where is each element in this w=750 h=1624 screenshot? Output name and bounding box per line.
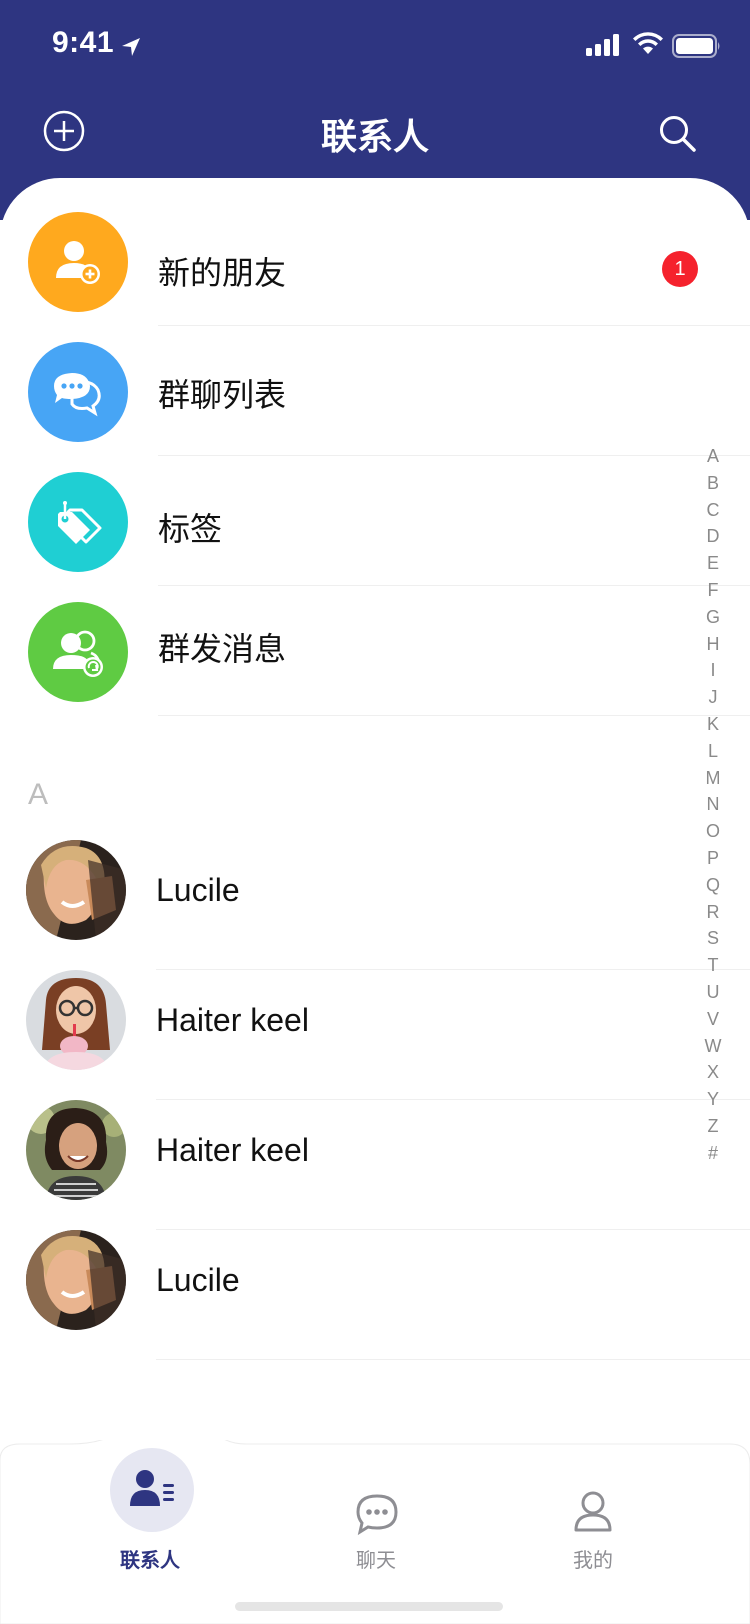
- status-bar: 9:41: [0, 0, 750, 88]
- tab-label: 聊天: [356, 1548, 396, 1572]
- group-broadcast-icon: [28, 602, 128, 702]
- contact-row[interactable]: Haiter keel: [0, 970, 750, 1100]
- contact-name: Haiter keel: [156, 1002, 309, 1038]
- index-letter[interactable]: K: [700, 711, 726, 738]
- divider: [156, 1359, 750, 1360]
- index-letter[interactable]: H: [700, 631, 726, 658]
- avatar: [26, 840, 126, 940]
- chat-bubbles-icon: [28, 342, 128, 442]
- alphabet-index[interactable]: A B C D E F G H I J K L M N O P Q R S T U V W X Y Z #: [700, 443, 726, 1167]
- index-letter[interactable]: X: [700, 1059, 726, 1086]
- index-letter[interactable]: C: [700, 497, 726, 524]
- location-arrow-icon: [122, 38, 140, 56]
- contact-row[interactable]: Lucile: [0, 840, 750, 970]
- chat-icon: [356, 1494, 398, 1536]
- menu-item-label: 新的朋友: [158, 254, 287, 292]
- index-letter[interactable]: L: [700, 738, 726, 765]
- index-letter[interactable]: D: [700, 523, 726, 550]
- tab-label: 我的: [573, 1548, 613, 1572]
- index-letter[interactable]: G: [700, 604, 726, 631]
- wifi-icon: [633, 32, 663, 54]
- index-letter[interactable]: Q: [700, 872, 726, 899]
- contact-row[interactable]: Haiter keel: [0, 1100, 750, 1230]
- contacts-icon: [130, 1470, 174, 1506]
- index-letter[interactable]: F: [700, 577, 726, 604]
- index-letter[interactable]: J: [700, 684, 726, 711]
- index-letter[interactable]: P: [700, 845, 726, 872]
- status-time: 9:41: [52, 26, 115, 59]
- index-letter[interactable]: Y: [700, 1086, 726, 1113]
- tab-contacts[interactable]: 联系人: [77, 1440, 227, 1590]
- contact-row[interactable]: Lucile: [0, 1230, 750, 1360]
- home-indicator: [235, 1602, 503, 1611]
- cellular-signal-icon: [586, 34, 619, 56]
- page-title: 联系人: [320, 117, 429, 158]
- menu-item-label: 标签: [158, 510, 223, 548]
- tag-icon: [28, 472, 128, 572]
- section-header: A: [28, 778, 49, 811]
- add-friend-icon: [28, 212, 128, 312]
- menu-item-label: 群聊列表: [158, 376, 287, 414]
- index-letter[interactable]: E: [700, 550, 726, 577]
- index-letter[interactable]: M: [700, 765, 726, 792]
- tab-label: 联系人: [120, 1548, 180, 1572]
- contact-name: Lucile: [156, 872, 240, 908]
- index-letter[interactable]: I: [700, 657, 726, 684]
- avatar: [26, 1230, 126, 1330]
- index-letter[interactable]: S: [700, 925, 726, 952]
- index-letter[interactable]: W: [700, 1033, 726, 1060]
- menu-item-tags[interactable]: 标签: [0, 456, 750, 586]
- unread-badge: 1: [662, 251, 698, 287]
- battery-icon: [672, 34, 720, 58]
- index-letter[interactable]: A: [700, 443, 726, 470]
- menu-item-group-chats[interactable]: 群聊列表: [0, 326, 750, 456]
- contact-name: Haiter keel: [156, 1132, 309, 1168]
- menu-item-broadcast[interactable]: 群发消息: [0, 586, 750, 716]
- index-letter[interactable]: O: [700, 818, 726, 845]
- index-letter[interactable]: Z: [700, 1113, 726, 1140]
- index-letter[interactable]: N: [700, 791, 726, 818]
- avatar: [26, 970, 126, 1070]
- index-letter[interactable]: V: [700, 1006, 726, 1033]
- index-letter[interactable]: U: [700, 979, 726, 1006]
- tab-profile[interactable]: 我的: [518, 1440, 668, 1590]
- index-letter[interactable]: #: [700, 1140, 726, 1167]
- divider: [158, 715, 750, 716]
- tab-bar: 联系人 聊天 我的: [0, 1440, 750, 1624]
- profile-icon: [574, 1491, 612, 1532]
- avatar: [26, 1100, 126, 1200]
- tab-chat[interactable]: 聊天: [301, 1440, 451, 1590]
- index-letter[interactable]: B: [700, 470, 726, 497]
- menu-item-label: 群发消息: [158, 630, 287, 668]
- index-letter[interactable]: R: [700, 899, 726, 926]
- index-letter[interactable]: T: [700, 952, 726, 979]
- contact-name: Lucile: [156, 1262, 240, 1298]
- search-button[interactable]: [658, 114, 698, 154]
- menu-item-new-friends[interactable]: 新的朋友 1: [0, 208, 750, 326]
